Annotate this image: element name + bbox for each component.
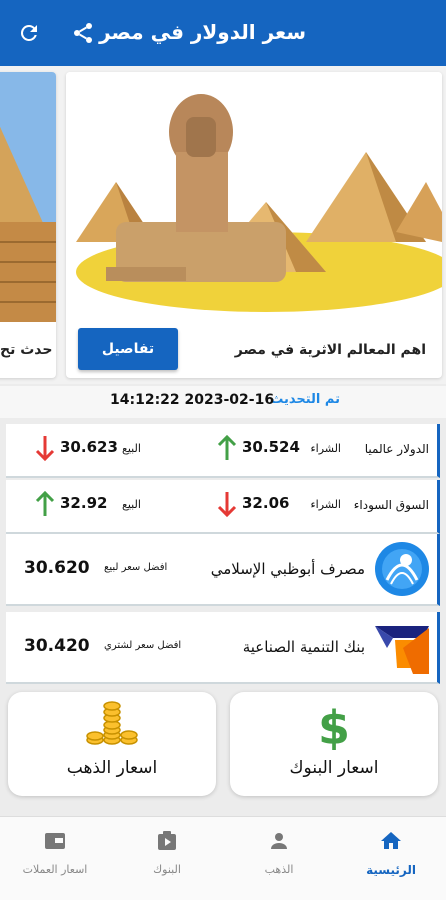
nav-home[interactable]: الرئيسية [346,825,436,877]
home-icon [381,832,401,849]
sell-label: البيع [122,498,141,511]
buy-value: 30.524 [242,438,300,456]
nav-currencies-label: اسعار العملات [22,863,88,876]
gold-prices-tile[interactable]: اسعار الذهب [8,692,216,796]
refresh-icon[interactable] [14,18,44,48]
idb-logo [375,626,429,674]
person-icon [271,833,287,849]
carousel-side-caption: حدث تح [0,342,53,358]
rate-label: الدولار عالميا [364,442,429,456]
bank-prices-tile[interactable]: $ اسعار البنوك [230,692,438,796]
buy-label: الشراء [310,442,341,455]
details-button[interactable]: تفاصيل [78,328,178,370]
gold-coins-icon [86,701,138,745]
bottom-navigation: الرئيسية الذهب البنوك اسعار العملات [0,816,446,900]
bank-name: بنك التنمية الصناعية [242,638,365,656]
best-rate-value: 30.620 [24,558,90,578]
rate-row-black-market[interactable]: السوق السوداء الشراء 32.06 البيع 32.92 [6,480,440,534]
carousel-card-previous[interactable]: حدث تح [0,72,56,378]
buy-label: الشراء [310,498,341,511]
arrow-down-icon [35,436,55,462]
pyramids-sphinx-image [66,72,442,322]
temple-image [0,72,56,322]
arrow-down-icon [217,492,237,518]
news-carousel[interactable]: حدث تح تفاصيل اهم المعالم الاثرية في مصر [0,66,446,384]
nav-currencies[interactable]: اسعار العملات [10,825,100,876]
last-update-row: تم التحديث 14:12:22 2023-02-16 [0,386,446,418]
app-screen: سعر الدولار في مصر حدث تح تفاصيل اهم الم… [0,0,446,900]
best-rate-value: 30.420 [24,636,90,656]
arrow-up-icon [35,490,55,516]
dollar-icon: $ [318,701,350,750]
best-rate-label: افضل سعر لشتري [104,640,182,651]
nav-home-label: الرئيسية [366,863,416,877]
rate-label: السوق السوداء [353,498,429,512]
sell-label: البيع [122,442,141,455]
update-label: تم التحديث [270,392,340,407]
rate-row-global-dollar[interactable]: الدولار عالميا الشراء 30.524 البيع 30.62… [6,424,440,478]
share-icon[interactable] [68,18,98,48]
buy-value: 32.06 [242,494,290,512]
nav-gold[interactable]: الذهب [234,825,324,876]
gold-tile-label: اسعار الذهب [66,758,158,778]
carousel-card-landmarks[interactable]: تفاصيل اهم المعالم الاثرية في مصر [66,72,442,378]
carousel-main-caption: اهم المعالم الاثرية في مصر [234,342,426,358]
svg-text:$: $ [318,701,350,750]
sell-value: 30.623 [60,438,118,456]
video-icon [158,831,176,850]
bank-name: مصرف أبوظبي الإسلامي [210,560,365,578]
nav-gold-label: الذهب [264,863,294,876]
bank-row-adib[interactable]: مصرف أبوظبي الإسلامي افضل سعر لبيع 30.62… [6,534,440,606]
sell-value: 32.92 [60,494,108,512]
banks-tile-label: اسعار البنوك [289,758,379,778]
wallet-icon [45,833,65,849]
arrow-up-icon [217,434,237,460]
best-rate-label: افضل سعر لبيع [104,562,168,573]
nav-banks-label: البنوك [153,863,181,876]
app-bar: سعر الدولار في مصر [0,0,446,66]
bank-row-idb[interactable]: بنك التنمية الصناعية افضل سعر لشتري 30.4… [6,612,440,684]
update-timestamp: 14:12:22 2023-02-16 [110,392,275,408]
app-title: سعر الدولار في مصر [99,20,306,44]
adib-logo [375,542,429,596]
nav-banks[interactable]: البنوك [122,825,212,876]
